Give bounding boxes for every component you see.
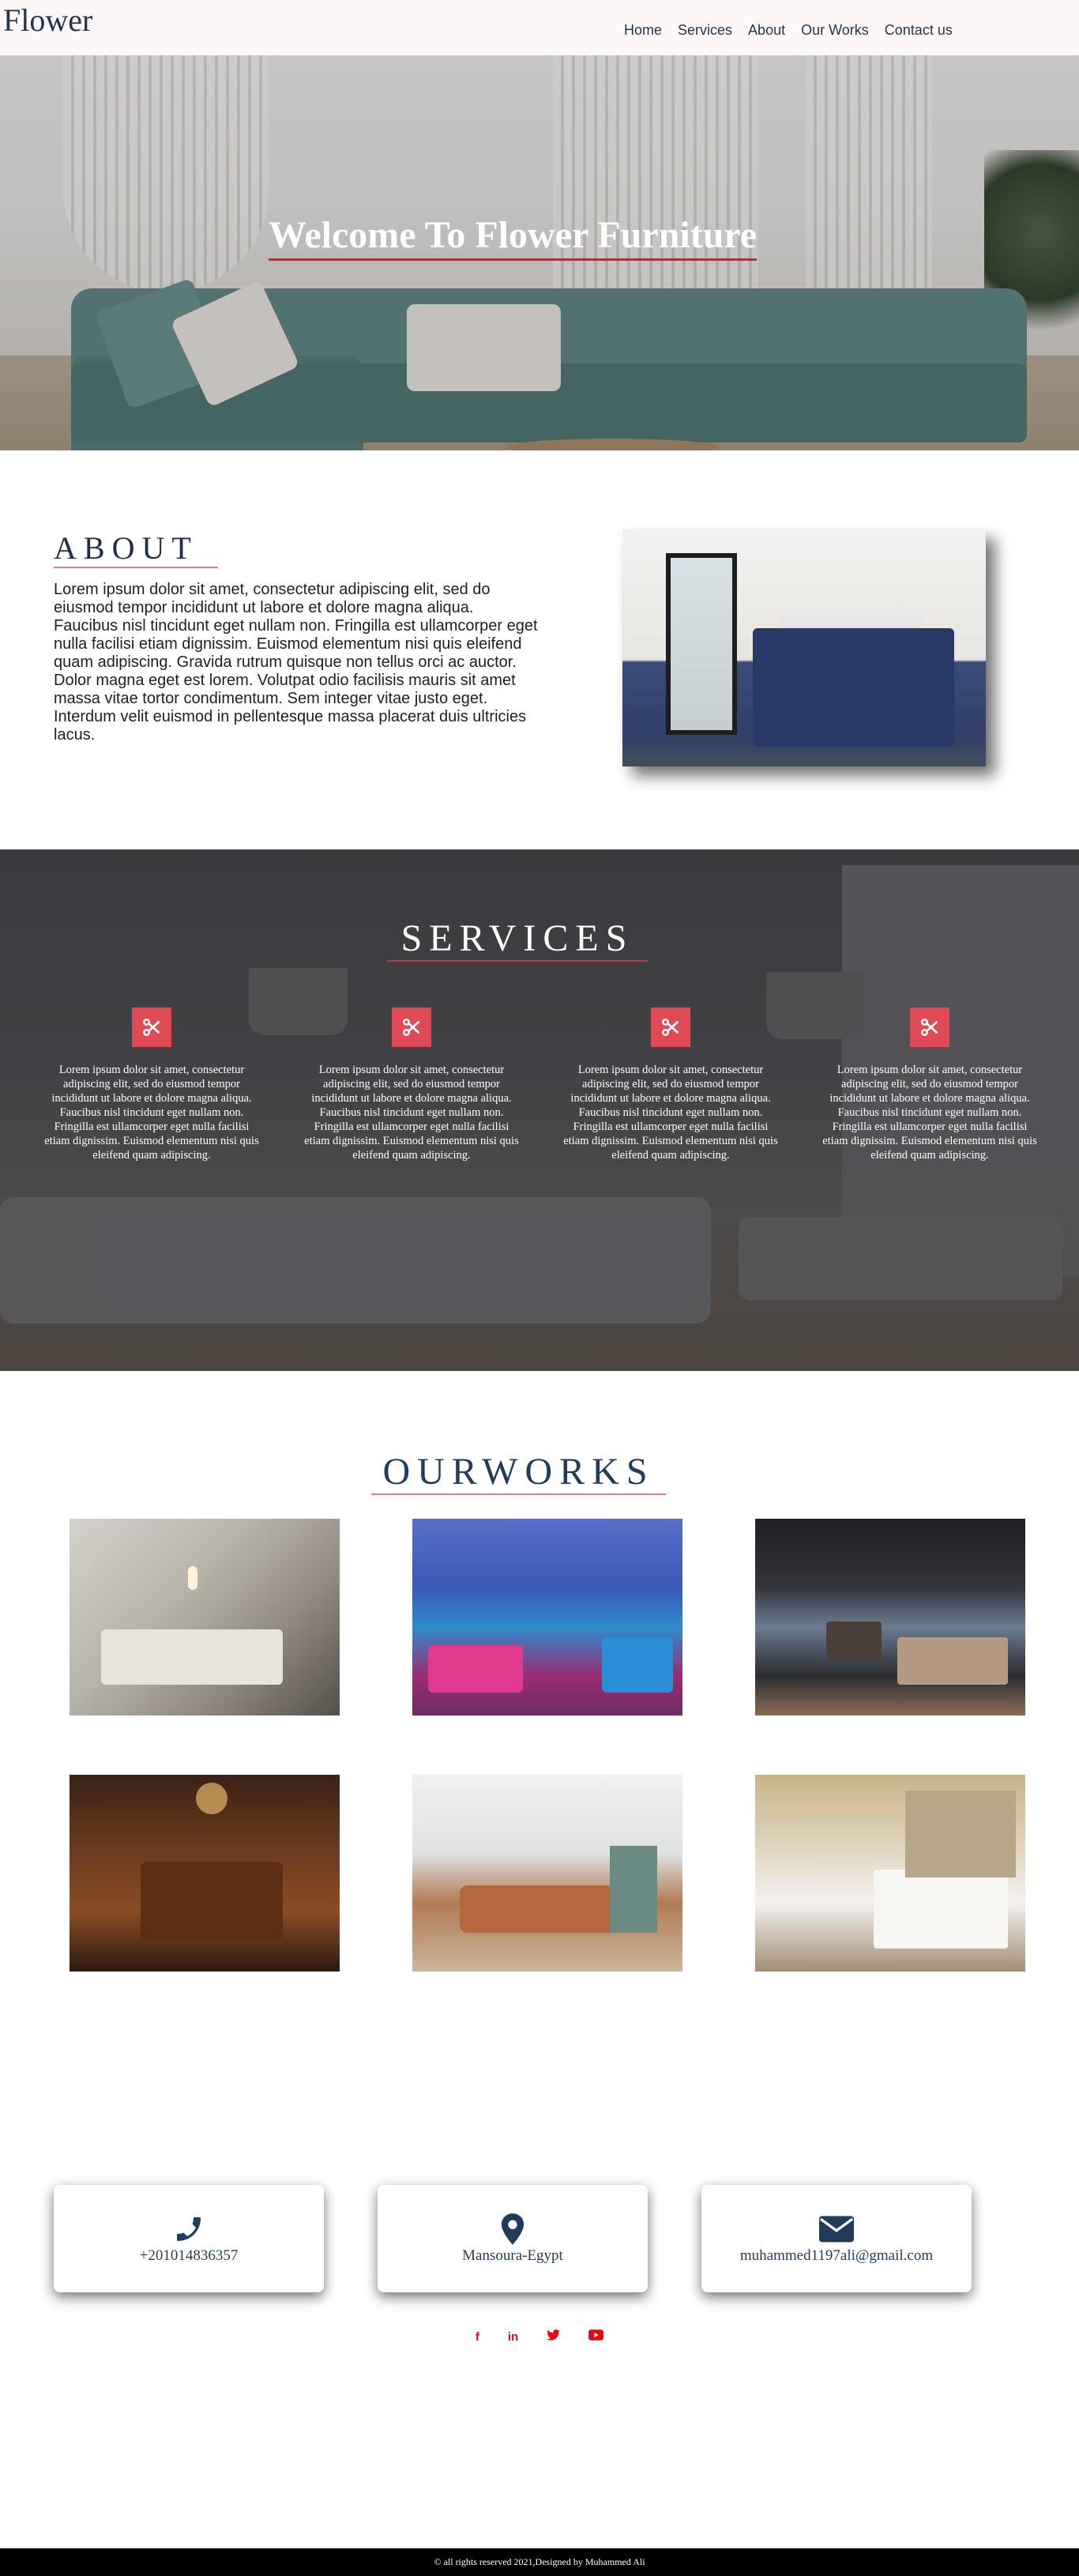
contact-card-phone: +201014836357 (54, 2185, 324, 2292)
twitter-icon[interactable] (547, 2329, 561, 2345)
about-text: Lorem ipsum dolor sit amet, consectetur … (54, 581, 538, 744)
services-section: SERVICES Lorem ipsum dolor sit amet, con… (0, 849, 1079, 1371)
map-marker-icon (378, 2213, 648, 2246)
work-image-4[interactable] (70, 1775, 340, 1972)
service-text: Lorem ipsum dolor sit amet, consectetur … (304, 1064, 519, 1162)
nav-about-link[interactable]: About (748, 22, 785, 39)
scissors-icon (651, 1007, 690, 1047)
phone-icon (54, 2213, 324, 2246)
service-text: Lorem ipsum dolor sit amet, consectetur … (44, 1064, 259, 1162)
hero-title: Welcome To Flower Furniture (269, 213, 758, 261)
nav-our-works-link[interactable]: Our Works (801, 22, 869, 39)
youtube-icon[interactable] (588, 2329, 604, 2345)
about-bedroom-image (622, 529, 986, 766)
service-text: Lorem ipsum dolor sit amet, consectetur … (822, 1064, 1037, 1162)
footer: © all rights reserved 2021,Designed by M… (0, 2548, 1079, 2576)
contact-section: +201014836357 Mansoura-Egypt muhammed119… (0, 2106, 1079, 2548)
about-image-window (666, 553, 737, 735)
scissors-icon (392, 1007, 431, 1047)
work-image-1[interactable] (70, 1519, 340, 1715)
about-image-bed (753, 628, 954, 747)
top-navbar: Flower Home Services About Our Works Con… (0, 0, 1079, 55)
contact-email-text[interactable]: muhammed1197ali@gmail.com (701, 2247, 972, 2265)
works-heading: OURWORKS (371, 1450, 666, 1495)
brand-logo[interactable]: Flower (3, 2, 92, 39)
service-card: Lorem ipsum dolor sit amet, consectetur … (43, 1007, 260, 1162)
contact-card-email: muhammed1197ali@gmail.com (701, 2185, 972, 2292)
linkedin-icon[interactable]: in (508, 2329, 518, 2345)
service-card: Lorem ipsum dolor sit amet, consectetur … (562, 1007, 779, 1162)
work-image-3[interactable] (755, 1519, 1025, 1715)
scissors-icon (910, 1007, 949, 1047)
hero-banner: Welcome To Flower Furniture (0, 55, 1079, 450)
service-text: Lorem ipsum dolor sit amet, consectetur … (563, 1064, 778, 1162)
nav-home-link[interactable]: Home (624, 22, 662, 39)
main-menu: Home Services About Our Works Contact us (624, 22, 968, 39)
envelope-icon (701, 2213, 972, 2246)
contact-phone-text[interactable]: +201014836357 (54, 2247, 324, 2265)
works-section: OURWORKS (0, 1371, 1079, 2106)
work-image-6[interactable] (755, 1775, 1025, 1972)
services-heading: SERVICES (387, 917, 648, 962)
about-heading: ABOUT (54, 529, 218, 568)
contact-location-text: Mansoura-Egypt (462, 2247, 563, 2264)
service-card: Lorem ipsum dolor sit amet, consectetur … (303, 1007, 520, 1162)
about-section: ABOUT Lorem ipsum dolor sit amet, consec… (0, 450, 1079, 849)
service-card: Lorem ipsum dolor sit amet, consectetur … (821, 1007, 1038, 1162)
contact-card-location: Mansoura-Egypt (378, 2185, 648, 2292)
footer-copyright: © all rights reserved 2021,Designed by M… (434, 2556, 645, 2567)
social-links: f in (0, 2329, 1079, 2345)
scissors-icon (132, 1007, 171, 1047)
nav-services-link[interactable]: Services (678, 22, 732, 39)
nav-contact-link[interactable]: Contact us (885, 22, 953, 39)
work-image-2[interactable] (412, 1519, 682, 1715)
facebook-icon[interactable]: f (476, 2329, 479, 2345)
work-image-5[interactable] (412, 1775, 682, 1972)
